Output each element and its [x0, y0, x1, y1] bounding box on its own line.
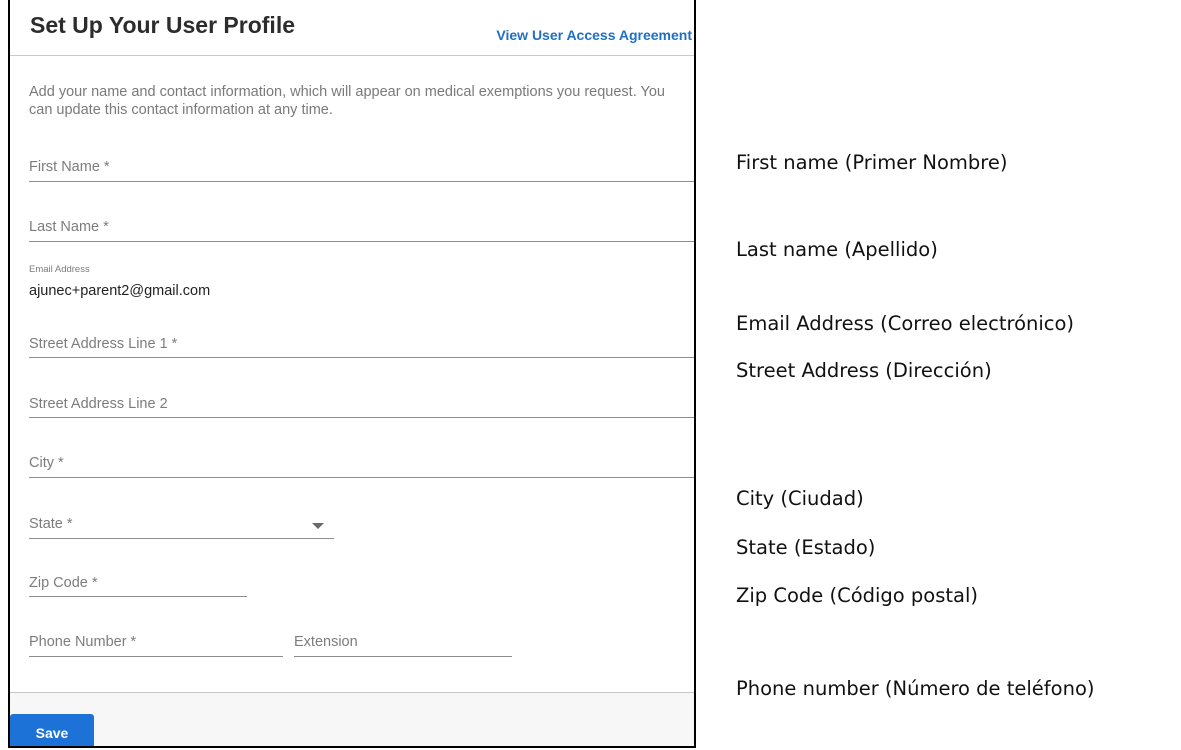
street-address-line2-label: Street Address Line 2 — [29, 396, 168, 412]
state-label: State * — [29, 516, 73, 532]
extension-label: Extension — [294, 634, 358, 650]
form-header: Set Up Your User Profile View User Acces… — [10, 0, 694, 56]
note-email: Email Address (Correo electrónico) — [736, 312, 1075, 335]
caret-down-icon — [312, 523, 324, 529]
note-zip: Zip Code (Código postal) — [736, 584, 979, 607]
view-agreement-link[interactable]: View User Access Agreement — [496, 27, 692, 43]
city-field[interactable]: City * — [29, 445, 694, 478]
email-label: Email Address — [29, 264, 90, 275]
street-address-line2-field[interactable]: Street Address Line 2 — [29, 386, 694, 418]
zip-code-field[interactable]: Zip Code * — [29, 565, 247, 597]
note-last-name: Last name (Apellido) — [736, 238, 938, 261]
last-name-label: Last Name * — [29, 219, 109, 235]
zip-code-label: Zip Code * — [29, 575, 98, 591]
note-city: City (Ciudad) — [736, 487, 864, 510]
form-footer: Save — [10, 692, 694, 746]
profile-form-panel: Set Up Your User Profile View User Acces… — [8, 0, 696, 748]
note-first-name: First name (Primer Nombre) — [736, 151, 1008, 174]
last-name-field[interactable]: Last Name * — [29, 210, 694, 242]
street-address-line1-field[interactable]: Street Address Line 1 * — [29, 326, 694, 358]
page-title: Set Up Your User Profile — [30, 12, 295, 38]
extension-field[interactable]: Extension — [294, 624, 512, 657]
note-phone: Phone number (Número de teléfono) — [736, 677, 1095, 700]
city-label: City * — [29, 455, 64, 471]
phone-number-field[interactable]: Phone Number * — [29, 624, 283, 657]
first-name-label: First Name * — [29, 159, 110, 175]
street-address-line1-label: Street Address Line 1 * — [29, 336, 178, 352]
note-state: State (Estado) — [736, 536, 876, 559]
state-select[interactable]: State * — [29, 506, 334, 539]
intro-text: Add your name and contact information, w… — [29, 84, 665, 118]
phone-number-label: Phone Number * — [29, 634, 137, 650]
first-name-field[interactable]: First Name * — [29, 150, 694, 182]
email-value: ajunec+parent2@gmail.com — [29, 283, 211, 299]
note-street: Street Address (Dirección) — [736, 359, 992, 382]
save-button[interactable]: Save — [10, 714, 94, 746]
